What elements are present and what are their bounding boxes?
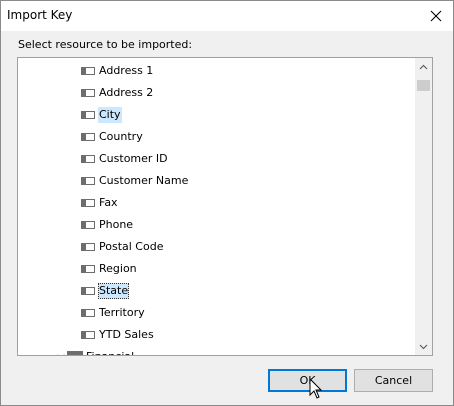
tree-group-financial[interactable]: Financial <box>18 346 415 355</box>
tree-item-label: Fax <box>99 196 118 209</box>
tree-item-label: Postal Code <box>99 240 164 253</box>
resource-tree[interactable]: Address 1 Address 2 City Country Customer ID… <box>17 57 433 356</box>
tree-item-label: Address 2 <box>99 86 154 99</box>
import-key-dialog: Import Key Select resource to be importe… <box>0 0 454 406</box>
field-icon <box>81 199 95 207</box>
tree-item[interactable]: City <box>18 104 415 126</box>
tree-item[interactable]: Address 1 <box>18 60 415 82</box>
title-bar: Import Key <box>1 1 453 31</box>
tree-item-label: State <box>98 283 130 299</box>
tree-group-label: Financial <box>85 349 135 355</box>
tree-item-label: City <box>98 107 122 123</box>
chevron-up-icon <box>419 64 428 69</box>
close-icon <box>430 10 442 22</box>
tree-item-label: Customer ID <box>99 152 168 165</box>
field-icon <box>81 243 95 251</box>
scroll-thumb[interactable] <box>417 80 430 91</box>
tree-item-label: YTD Sales <box>99 328 154 341</box>
tree-item[interactable]: Postal Code <box>18 236 415 258</box>
scroll-down-button[interactable] <box>415 338 432 355</box>
tree-item-label: Region <box>99 262 137 275</box>
tree-item[interactable]: State <box>18 280 415 302</box>
field-icon <box>81 287 95 295</box>
chevron-down-icon <box>419 344 428 349</box>
field-icon <box>81 67 95 75</box>
window-title: Import Key <box>7 8 73 22</box>
tree-item-label: Customer Name <box>99 174 189 187</box>
ok-button[interactable]: OK <box>268 369 347 392</box>
tree-item[interactable]: Territory <box>18 302 415 324</box>
tree-item[interactable]: Address 2 <box>18 82 415 104</box>
tree-item[interactable]: Customer Name <box>18 170 415 192</box>
tree-item-label: Country <box>99 130 143 143</box>
folder-icon <box>67 351 83 355</box>
tree-item-label: Territory <box>99 306 145 319</box>
field-icon <box>81 133 95 141</box>
tree-rows: Address 1 Address 2 City Country Customer ID… <box>18 58 415 355</box>
tree-item-label: Phone <box>99 218 134 231</box>
scroll-up-button[interactable] <box>415 58 432 75</box>
tree-item[interactable]: Country <box>18 126 415 148</box>
field-icon <box>81 331 95 339</box>
tree-item[interactable]: Fax <box>18 192 415 214</box>
tree-item-label: Address 1 <box>99 64 154 77</box>
tree-item[interactable]: Customer ID <box>18 148 415 170</box>
mouse-cursor-icon <box>309 378 323 399</box>
tree-item[interactable]: YTD Sales <box>18 324 415 346</box>
instruction-label: Select resource to be imported: <box>18 38 193 51</box>
tree-item[interactable]: Phone <box>18 214 415 236</box>
field-icon <box>81 265 95 273</box>
vertical-scrollbar[interactable] <box>415 58 432 355</box>
field-icon <box>81 155 95 163</box>
field-icon <box>81 309 95 317</box>
tree-item[interactable]: Region <box>18 258 415 280</box>
field-icon <box>81 111 95 119</box>
field-icon <box>81 177 95 185</box>
field-icon <box>81 89 95 97</box>
close-button[interactable] <box>419 1 453 31</box>
cancel-button[interactable]: Cancel <box>354 369 433 392</box>
chevron-down-icon[interactable] <box>56 352 66 355</box>
field-icon <box>81 221 95 229</box>
